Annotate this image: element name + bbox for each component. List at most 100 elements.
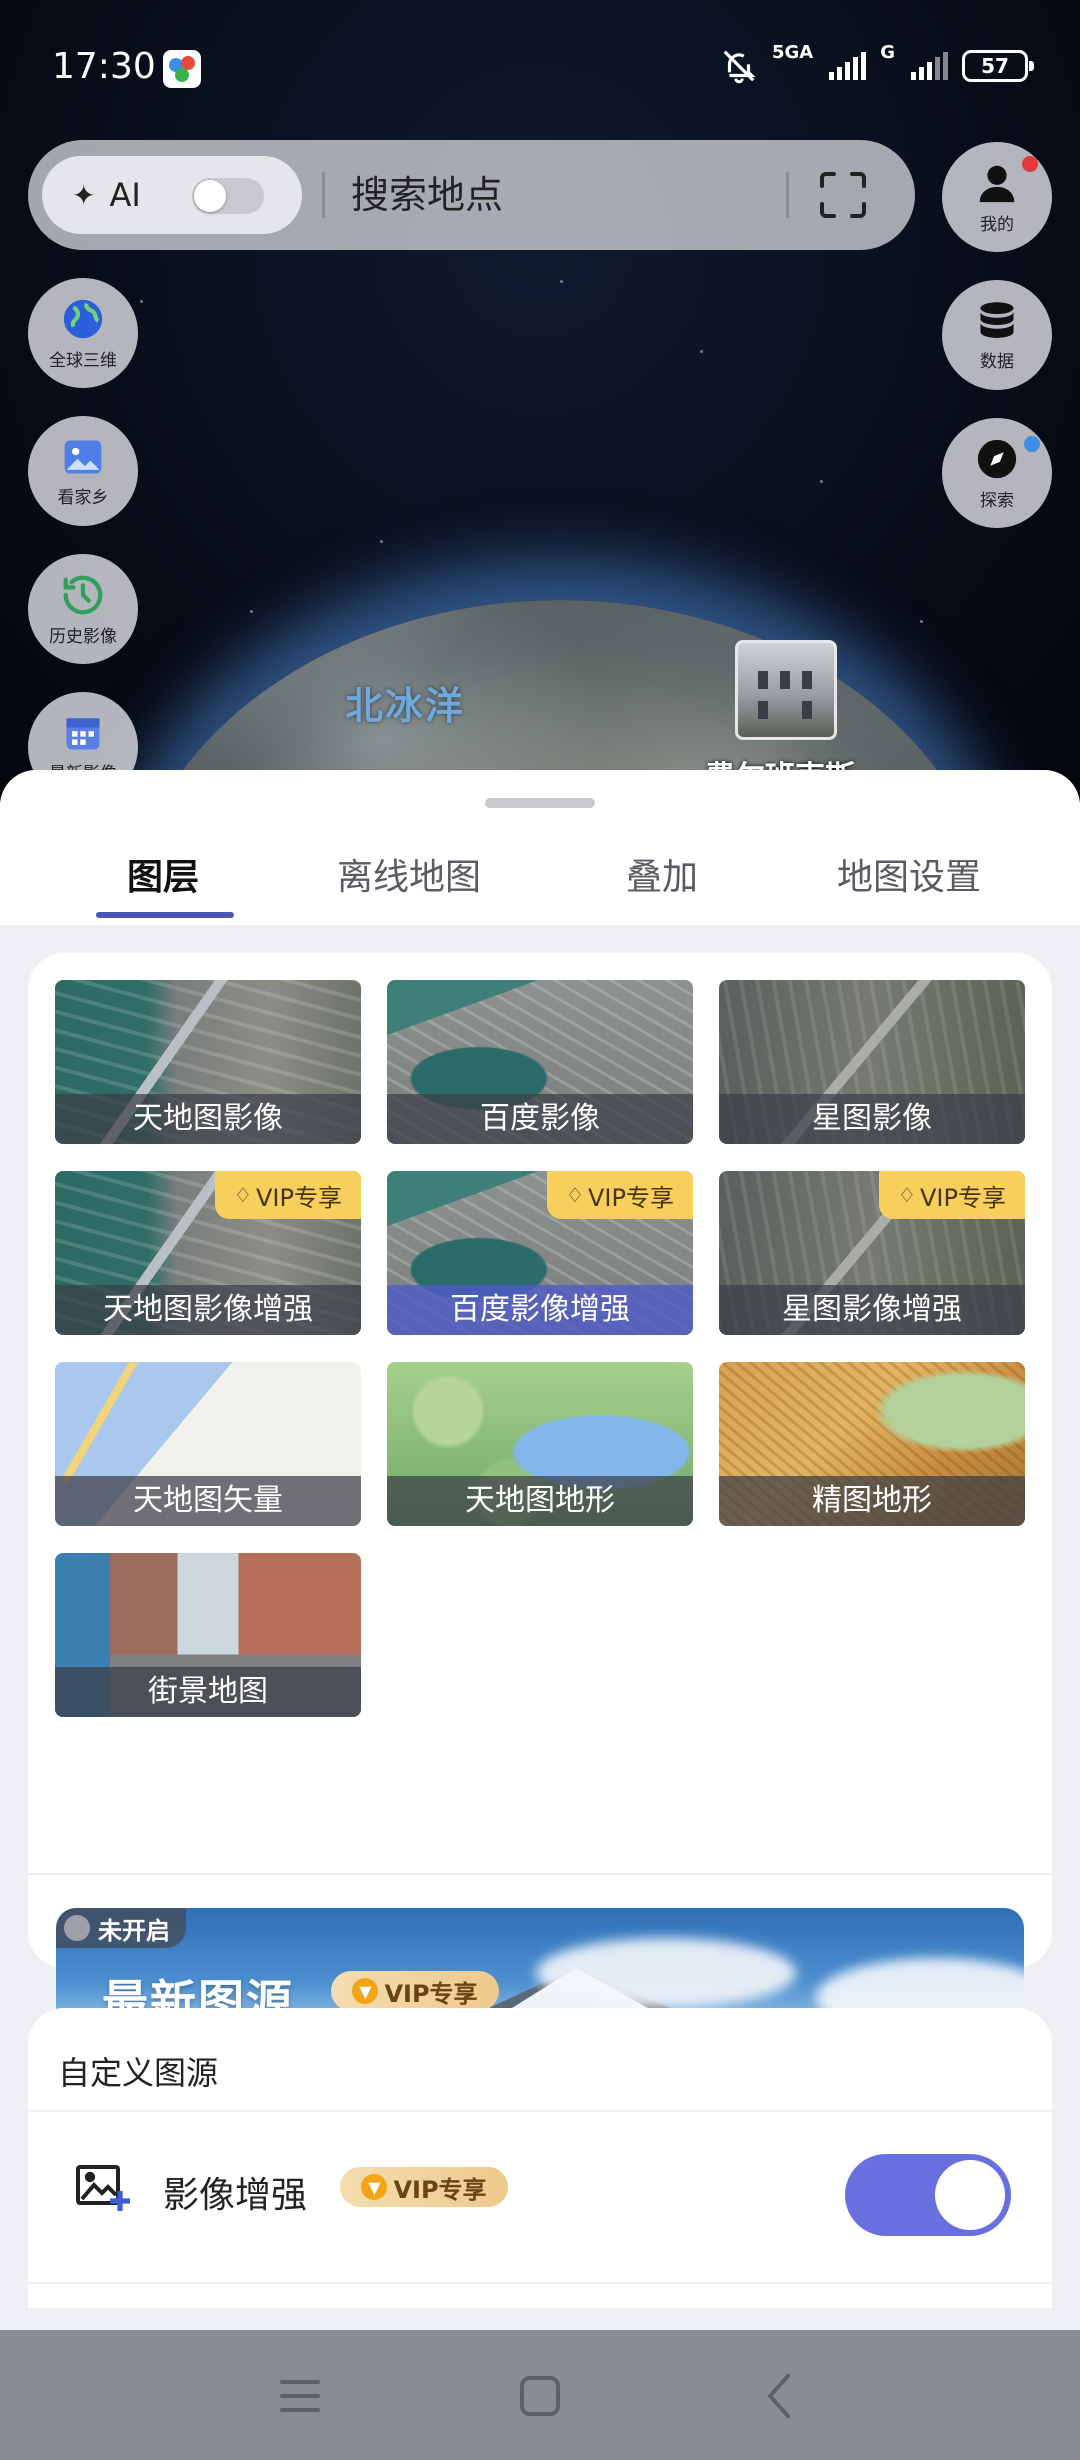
banner-cloud [536, 1938, 796, 2008]
drag-handle[interactable] [485, 798, 595, 808]
layer-label: 星图影像 [719, 1094, 1025, 1144]
vip-label: VIP专享 [393, 2175, 487, 2204]
sparkle-icon: ✦ [72, 178, 96, 212]
tab-indicator [96, 912, 234, 918]
divider [28, 2110, 1052, 2112]
divider [28, 1873, 1052, 1875]
layer-tile[interactable]: 精图地形 [719, 1362, 1025, 1526]
vip-badge: ▼ VIP专享 [331, 1971, 499, 2011]
signal-icon [829, 52, 867, 80]
layer-bottom-sheet: 图层 离线地图 叠加 地图设置 天地图影像 百度影像 星图影像 ♢ VIP专享 天… [0, 770, 1080, 2330]
history-imagery-button[interactable]: 历史影像 [28, 554, 138, 664]
profile-button[interactable]: 我的 [942, 142, 1052, 252]
button-label: 看家乡 [57, 487, 109, 508]
search-input[interactable] [351, 164, 791, 226]
home-icon[interactable] [510, 2368, 570, 2424]
layer-tile[interactable]: 天地图地形 [387, 1362, 693, 1526]
layer-tile[interactable]: 街景地图 [55, 1553, 361, 1717]
system-nav-bar [0, 2330, 1080, 2460]
tab-layers[interactable]: 图层 [127, 848, 199, 900]
signal-icon-2 [911, 52, 948, 80]
vip-label: VIP专享 [919, 1183, 1006, 1212]
scan-icon[interactable] [818, 170, 868, 220]
notification-dot [1024, 436, 1040, 452]
diamond-icon: ♢ [234, 1183, 252, 1207]
menu-icon[interactable] [270, 2368, 330, 2424]
battery-icon: 57 [962, 50, 1034, 82]
layer-grid-card: 天地图影像 百度影像 星图影像 ♢ VIP专享 天地图影像增强 ♢ VIP专享 百度… [28, 953, 1052, 2073]
compass-icon [977, 439, 1017, 478]
tab-map-settings[interactable]: 地图设置 [837, 848, 981, 900]
back-icon[interactable] [750, 2368, 810, 2424]
status-time: 17:30 [52, 46, 156, 87]
vip-label: VIP专享 [587, 1183, 674, 1212]
image-icon [64, 440, 102, 473]
divider [786, 172, 789, 218]
ocean-label: 北冰洋 [345, 684, 466, 728]
section-title[interactable]: 自定义图源 [58, 2048, 218, 2094]
history-icon [63, 575, 103, 614]
battery-level: 57 [981, 54, 1009, 78]
layer-tile[interactable]: 百度影像 [387, 980, 693, 1144]
app-notification-icon [163, 50, 201, 88]
button-label: 数据 [980, 351, 1014, 372]
vip-tag: ♢ VIP专享 [215, 1171, 361, 1219]
vip-label: VIP专享 [255, 1183, 342, 1212]
tab-offline-map[interactable]: 离线地图 [337, 848, 481, 900]
enhance-toggle[interactable] [845, 2154, 1011, 2236]
sheet-header: 图层 离线地图 叠加 地图设置 [0, 770, 1080, 925]
place-thumbnail[interactable] [735, 640, 837, 740]
user-icon [979, 165, 1015, 202]
button-label: 探索 [980, 490, 1014, 511]
explore-button[interactable]: 探索 [942, 418, 1052, 528]
vip-tag: ♢ VIP专享 [547, 1171, 693, 1219]
ai-switch[interactable] [192, 178, 264, 214]
network-type-1: 5GA [771, 42, 814, 63]
ai-toggle-pill[interactable]: ✦ AI [42, 156, 302, 234]
globe-icon [63, 299, 103, 338]
status-dot [64, 1915, 90, 1941]
layer-label: 百度影像增强 [387, 1285, 693, 1335]
mute-bell-icon [723, 50, 756, 84]
status-indicators: 5GA G 57 [720, 42, 1034, 88]
image-enhance-icon [76, 2165, 130, 2211]
divider [28, 2282, 1052, 2284]
layer-label: 天地图影像 [55, 1094, 361, 1144]
layer-tile[interactable]: 天地图影像 [55, 980, 361, 1144]
layer-tile[interactable]: ♢ VIP专享 天地图影像增强 [55, 1171, 361, 1335]
layer-tile[interactable]: 星图影像 [719, 980, 1025, 1144]
vip-crown-icon: ▼ [352, 1978, 379, 2004]
tab-overlay[interactable]: 叠加 [626, 848, 698, 900]
global-3d-button[interactable]: 全球三维 [28, 278, 138, 388]
status-badge: 未开启 [56, 1908, 186, 1948]
layer-tile-selected[interactable]: ♢ VIP专享 百度影像增强 [387, 1171, 693, 1335]
custom-source-card: 自定义图源 影像增强 ▼ VIP专享 [28, 2008, 1052, 2308]
network-type-2: G [880, 42, 895, 63]
diamond-icon: ♢ [566, 1183, 584, 1207]
button-label: 我的 [980, 214, 1014, 235]
status-text: 未开启 [98, 1916, 170, 1945]
divider [322, 172, 325, 218]
hometown-button[interactable]: 看家乡 [28, 416, 138, 526]
vip-badge: ▼ VIP专享 [340, 2167, 508, 2207]
calendar-icon [66, 717, 100, 749]
notification-dot [1022, 156, 1038, 172]
layer-tile[interactable]: ♢ VIP专享 星图影像增强 [719, 1171, 1025, 1335]
layer-label: 天地图影像增强 [55, 1285, 361, 1335]
vip-label: VIP专享 [384, 1979, 478, 2008]
vip-tag: ♢ VIP专享 [879, 1171, 1025, 1219]
layer-tile[interactable]: 天地图矢量 [55, 1362, 361, 1526]
ai-label: AI [109, 176, 141, 214]
layer-label: 百度影像 [387, 1094, 693, 1144]
database-icon [980, 301, 1014, 338]
data-button[interactable]: 数据 [942, 280, 1052, 390]
search-bar: ✦ AI [28, 140, 915, 250]
vip-crown-icon: ▼ [361, 2174, 388, 2200]
button-label: 历史影像 [49, 626, 117, 647]
layer-label: 精图地形 [719, 1476, 1025, 1526]
enhance-label: 影像增强 [163, 2175, 308, 2216]
layer-label: 天地图矢量 [55, 1476, 361, 1526]
status-bar: 17:30 5GA G 57 [0, 0, 1080, 130]
layer-label: 星图影像增强 [719, 1285, 1025, 1335]
button-label: 全球三维 [49, 350, 117, 371]
